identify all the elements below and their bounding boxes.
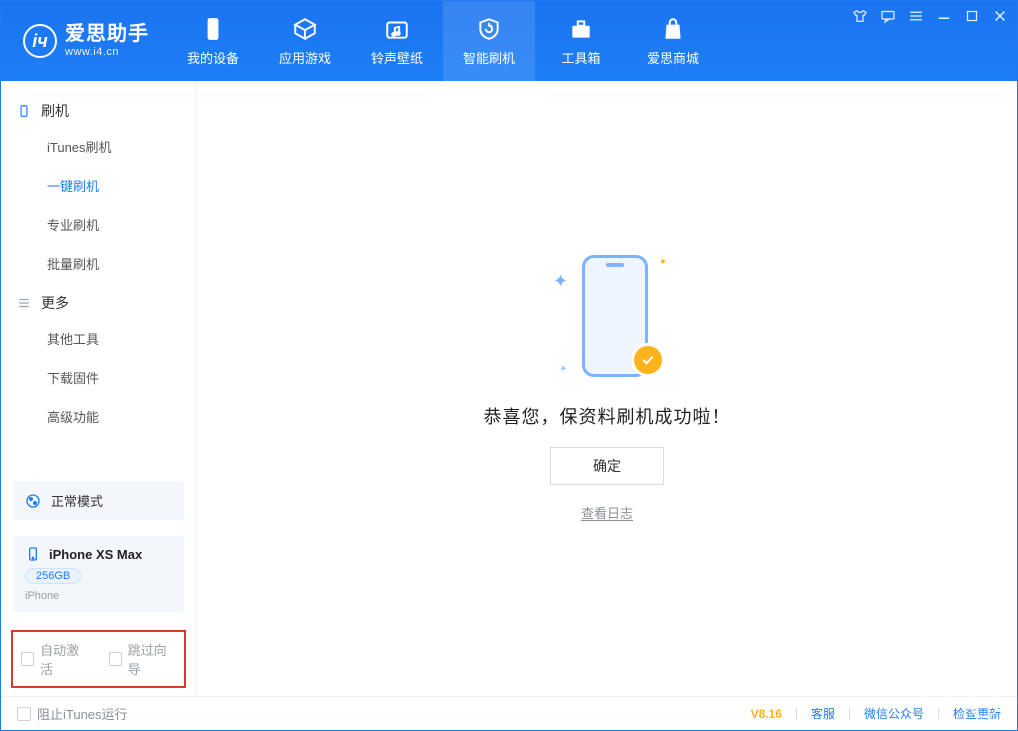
device-storage-badge: 256GB — [25, 568, 81, 584]
sidebar-item-batch[interactable]: 批量刷机 — [1, 244, 196, 283]
checkbox-label: 跳过向导 — [128, 640, 176, 678]
sidebar: 刷机 iTunes刷机 一键刷机 专业刷机 批量刷机 更多 其他工具 下载固件 … — [1, 81, 197, 696]
version-label: V8.16 — [751, 707, 782, 721]
sidebar-group-label: 更多 — [41, 293, 69, 313]
sidebar-group-flash: 刷机 — [1, 91, 196, 127]
nav-label: 铃声壁纸 — [371, 48, 423, 67]
nav-flash[interactable]: 智能刷机 — [443, 1, 535, 81]
main-content: ✦ ✦ ✦ 恭喜您，保资料刷机成功啦！ 确定 查看日志 — [197, 81, 1017, 696]
music-folder-icon — [384, 16, 410, 42]
checkbox-label: 阻止iTunes运行 — [37, 704, 128, 723]
app-body: 刷机 iTunes刷机 一键刷机 专业刷机 批量刷机 更多 其他工具 下载固件 … — [1, 81, 1017, 696]
maximize-icon[interactable] — [963, 9, 981, 23]
checkbox-block-itunes[interactable]: 阻止iTunes运行 — [17, 704, 128, 723]
nav-label: 应用游戏 — [279, 48, 331, 67]
nav-store[interactable]: 爱思商城 — [627, 1, 719, 81]
view-log-link[interactable]: 查看日志 — [581, 503, 633, 522]
phone-icon — [200, 16, 226, 42]
support-link[interactable]: 客服 — [811, 705, 835, 722]
device-mode-box[interactable]: 正常模式 — [13, 481, 184, 520]
menu-icon[interactable] — [907, 9, 925, 23]
list-icon — [17, 296, 31, 310]
skin-icon[interactable] — [851, 9, 869, 23]
wechat-link[interactable]: 微信公众号 — [864, 705, 924, 722]
nav-label: 工具箱 — [561, 48, 600, 67]
nav-toolbox[interactable]: 工具箱 — [535, 1, 627, 81]
success-illustration: ✦ ✦ ✦ — [547, 255, 667, 385]
sidebar-item-download[interactable]: 下载固件 — [1, 358, 196, 397]
minimize-icon[interactable] — [935, 9, 953, 23]
checkbox-icon — [21, 652, 34, 666]
download-icon — [932, 697, 944, 709]
sidebar-item-oneclick[interactable]: 一键刷机 — [1, 166, 196, 205]
phone-outline-icon — [17, 104, 31, 118]
app-logo: iч 爱思助手 www.i4.cn — [1, 1, 167, 81]
check-badge-icon — [631, 343, 665, 377]
sidebar-group-label: 刷机 — [41, 101, 69, 121]
checkbox-skip-guide[interactable]: 跳过向导 — [109, 640, 177, 678]
highlighted-options: 自动激活 跳过向导 — [11, 630, 186, 688]
device-name: iPhone XS Max — [49, 547, 142, 562]
sidebar-group-more: 更多 — [1, 283, 196, 319]
main-nav: 我的设备 应用游戏 铃声壁纸 智能刷机 工具箱 爱思商城 — [167, 1, 719, 81]
logo-badge-icon: iч — [23, 24, 57, 58]
titlebar: iч 爱思助手 www.i4.cn 我的设备 应用游戏 铃声壁纸 智能刷机 — [1, 1, 1017, 81]
nav-apps[interactable]: 应用游戏 — [259, 1, 351, 81]
nav-label: 智能刷机 — [463, 48, 515, 67]
success-title: 恭喜您，保资料刷机成功啦！ — [484, 403, 731, 429]
checkbox-icon — [17, 707, 31, 721]
device-info-box[interactable]: iPhone XS Max 256GB iPhone — [13, 536, 184, 612]
status-bar: 阻止iTunes运行 V8.16 客服 微信公众号 检查更新 — [1, 696, 1017, 730]
logo-title: 爱思助手 — [65, 23, 149, 46]
ok-button[interactable]: 确定 — [550, 447, 664, 485]
sidebar-item-pro[interactable]: 专业刷机 — [1, 205, 196, 244]
app-window: iч 爱思助手 www.i4.cn 我的设备 应用游戏 铃声壁纸 智能刷机 — [0, 0, 1018, 731]
device-phone-icon — [25, 546, 41, 562]
cube-icon — [292, 16, 318, 42]
sidebar-item-itunes[interactable]: iTunes刷机 — [1, 127, 196, 166]
checkbox-icon — [109, 652, 122, 666]
toolbox-icon — [568, 16, 594, 42]
checkbox-auto-activate[interactable]: 自动激活 — [21, 640, 89, 678]
sparkle-icon: ✦ — [659, 257, 667, 268]
mode-icon — [25, 493, 41, 509]
nav-ringtones[interactable]: 铃声壁纸 — [351, 1, 443, 81]
device-type: iPhone — [25, 590, 59, 602]
sidebar-item-advanced[interactable]: 高级功能 — [1, 397, 196, 436]
bag-icon — [660, 16, 686, 42]
sparkle-icon: ✦ — [553, 271, 568, 292]
mode-label: 正常模式 — [51, 491, 103, 510]
close-icon[interactable] — [991, 9, 1009, 23]
refresh-shield-icon — [476, 16, 502, 42]
feedback-icon[interactable] — [879, 9, 897, 23]
nav-label: 爱思商城 — [647, 48, 699, 67]
user-icon — [978, 697, 990, 709]
window-controls — [851, 9, 1009, 23]
nav-device[interactable]: 我的设备 — [167, 1, 259, 81]
nav-label: 我的设备 — [187, 48, 239, 67]
checkbox-label: 自动激活 — [40, 640, 88, 678]
sidebar-item-other[interactable]: 其他工具 — [1, 319, 196, 358]
logo-subtitle: www.i4.cn — [65, 46, 149, 59]
sparkle-icon: ✦ — [559, 364, 567, 375]
